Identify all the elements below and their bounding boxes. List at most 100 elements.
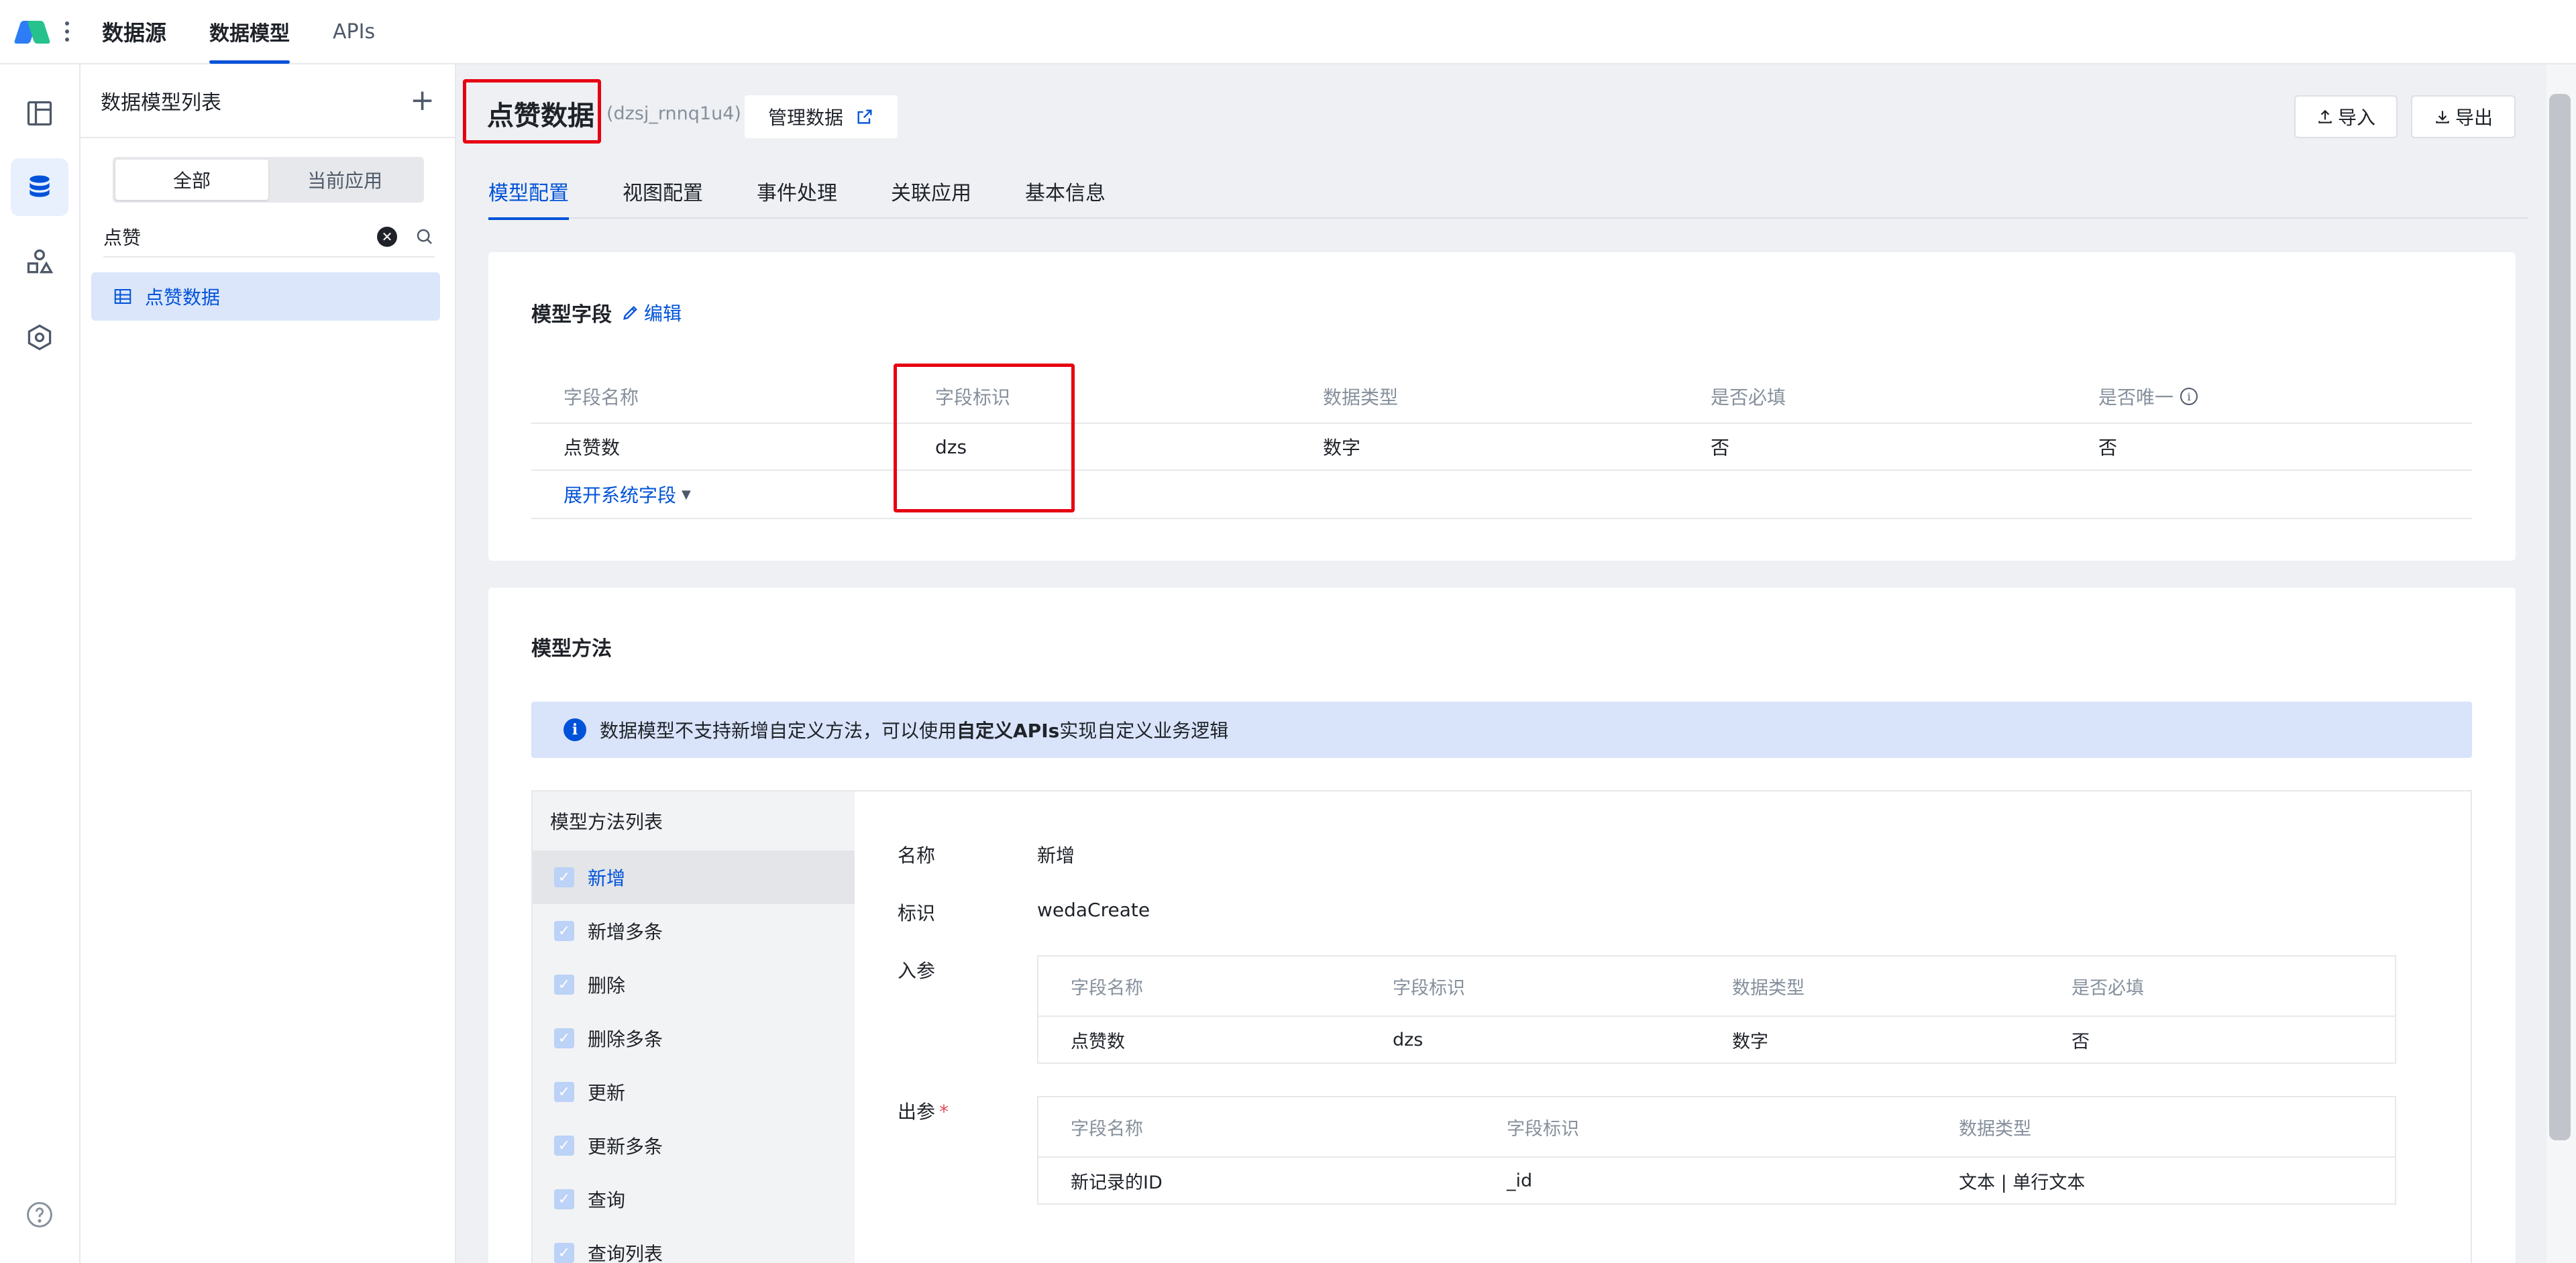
method-label: 新增多条 [588, 921, 663, 943]
database-icon[interactable] [11, 158, 68, 216]
more-menu-icon[interactable] [62, 21, 72, 42]
list-item[interactable]: ✓ 新增 [533, 850, 855, 904]
method-label: 更新 [588, 1082, 626, 1104]
app-logo-icon[interactable] [13, 11, 55, 52]
input-params-key: 入参 [898, 960, 936, 982]
info-icon: i [564, 718, 586, 741]
list-item[interactable]: ✓ 查询列表 [533, 1226, 855, 1263]
top-nav-brand[interactable]: 数据源 [102, 0, 166, 64]
output-params-key: 出参 * [898, 1097, 949, 1124]
method-label: 更新多条 [588, 1136, 663, 1158]
checkbox-icon: ✓ [554, 1136, 574, 1156]
cell-field-id: dzs [1393, 1029, 1424, 1050]
cell-required: 否 [1711, 437, 1730, 459]
pencil-icon [623, 306, 637, 320]
tab-model-config[interactable]: 模型配置 [488, 164, 569, 220]
model-list-title: 数据模型列表 [101, 91, 221, 115]
cell-data-type: 文本 | 单行文本 [1959, 1172, 2086, 1193]
scrollbar-thumb[interactable] [2549, 94, 2571, 1140]
table-row: 点赞数 dzs 数字 否 否 [531, 424, 2472, 471]
cell-unique: 否 [2098, 437, 2118, 459]
methods-list: 模型方法列表 ✓ 新增 ✓ 新增多条 ✓ 删除 ✓ 删除多条 ✓ 更新 ✓ 更新多条 ✓ 查询… [533, 791, 855, 1263]
table-icon [114, 289, 131, 304]
expand-system-fields-label: 展开系统字段 [564, 484, 677, 506]
methods-notice: i 数据模型不支持新增自定义方法，可以使用 自定义APIs 实现自定义业务逻辑 [531, 702, 2472, 758]
list-item[interactable]: ✓ 查询 [533, 1172, 855, 1226]
model-fields-card: 模型字段 编辑 字段名称 字段标识 数据类型 是否必填 是否唯一 i 点赞数 dz… [488, 252, 2516, 561]
notice-text-bold[interactable]: 自定义APIs [957, 716, 1059, 743]
shapes-icon[interactable] [11, 233, 68, 291]
cell-data-type: 数字 [1732, 1031, 1768, 1052]
output-params-label: 出参 [898, 1101, 936, 1123]
manage-data-label: 管理数据 [767, 107, 843, 129]
edit-fields-label: 编辑 [644, 303, 682, 325]
model-list-item[interactable]: 点赞数据 [91, 272, 440, 321]
model-tabs: 模型配置 视图配置 事件处理 关联应用 基本信息 [488, 164, 2528, 220]
import-button[interactable]: 导入 [2294, 95, 2398, 138]
tab-data-model[interactable]: 数据模型 [209, 0, 290, 64]
export-label: 导出 [2455, 107, 2493, 129]
output-params-table: 字段名称 字段标识 数据类型 新记录的ID _id 文本 | 单行文本 [1037, 1096, 2396, 1205]
input-params-header: 字段名称 字段标识 数据类型 是否必填 [1038, 956, 2395, 1017]
help-circle-icon[interactable] [11, 1186, 68, 1244]
methods-panel: 模型方法列表 ✓ 新增 ✓ 新增多条 ✓ 删除 ✓ 删除多条 ✓ 更新 ✓ 更新多条 ✓ 查询… [531, 790, 2472, 1263]
manage-data-button[interactable]: 管理数据 [745, 95, 898, 138]
model-list-item-label: 点赞数据 [145, 286, 221, 309]
col-field-name: 字段名称 [564, 386, 639, 408]
list-item[interactable]: ✓ 新增多条 [533, 904, 855, 958]
cell-field-name: 点赞数 [564, 437, 621, 459]
layout-icon[interactable] [11, 85, 68, 142]
search-icon[interactable] [415, 227, 435, 247]
model-list-header: 数据模型列表 + [80, 64, 455, 138]
segment-current-app[interactable]: 当前应用 [268, 160, 421, 200]
upload-icon [2318, 109, 2332, 123]
edit-fields-button[interactable]: 编辑 [621, 299, 682, 326]
tab-basic-info[interactable]: 基本信息 [1025, 164, 1106, 219]
col-unique: 是否唯一 i [2066, 383, 2472, 410]
col-field-name: 字段名称 [1071, 1118, 1143, 1140]
main-content: 点赞数据 (dzsj_rnnq1u4) 管理数据 导入 导出 模型配置 视图配置… [458, 64, 2551, 1263]
list-item[interactable]: ✓ 更新多条 [533, 1119, 855, 1172]
segment-all[interactable]: 全部 [115, 160, 268, 200]
methods-list-title: 模型方法列表 [550, 811, 663, 833]
method-label: 新增 [588, 867, 626, 889]
model-search-input[interactable]: 点赞 [103, 223, 377, 250]
model-list-panel: 数据模型列表 + 全部 当前应用 点赞 ✕ 点赞数据 [80, 64, 456, 1263]
top-bar: 数据源 数据模型 APIs [0, 0, 2576, 64]
method-name-key: 名称 [898, 844, 936, 867]
download-icon [2436, 111, 2449, 123]
add-model-button[interactable]: + [410, 86, 435, 115]
method-id-key: 标识 [898, 902, 936, 924]
clear-search-icon[interactable]: ✕ [377, 227, 397, 247]
export-button[interactable]: 导出 [2411, 95, 2516, 138]
top-nav: 数据源 数据模型 APIs [102, 0, 418, 64]
method-label: 查询列表 [588, 1243, 663, 1263]
method-detail: 名称 新增 标识 wedaCreate 入参 字段名称 字段标识 数据类型 是否… [855, 791, 2471, 1263]
cell-field-name: 点赞数 [1071, 1031, 1125, 1052]
left-rail-icons [0, 64, 80, 1263]
hexagon-settings-icon[interactable] [11, 309, 68, 366]
method-label: 删除多条 [588, 1028, 663, 1050]
list-item[interactable]: ✓ 更新 [533, 1065, 855, 1119]
list-item[interactable]: ✓ 删除多条 [533, 1011, 855, 1065]
table-row: 点赞数 dzs 数字 否 [1038, 1017, 2395, 1062]
list-item[interactable]: ✓ 删除 [533, 958, 855, 1011]
input-params-table: 字段名称 字段标识 数据类型 是否必填 点赞数 dzs 数字 否 [1037, 955, 2396, 1064]
scope-segmented-control: 全部 当前应用 [113, 157, 424, 203]
col-unique-label: 是否唯一 [2098, 386, 2174, 408]
tab-apis[interactable]: APIs [333, 0, 375, 64]
fields-table: 字段名称 字段标识 数据类型 是否必填 是否唯一 i 点赞数 dzs 数字 否 否… [531, 370, 2472, 519]
tab-event-handling[interactable]: 事件处理 [757, 164, 837, 219]
col-field-id: 字段标识 [1393, 977, 1465, 999]
info-icon[interactable]: i [2180, 388, 2198, 405]
expand-system-fields-button[interactable]: 展开系统字段 ▼ [531, 471, 2472, 519]
notice-text-pre: 数据模型不支持新增自定义方法，可以使用 [600, 720, 957, 742]
model-fields-title: 模型字段 [531, 303, 612, 327]
checkbox-icon: ✓ [554, 1189, 574, 1209]
col-data-type: 数据类型 [1732, 977, 1805, 999]
tab-related-apps[interactable]: 关联应用 [891, 164, 971, 219]
method-label: 查询 [588, 1189, 626, 1211]
caret-down-icon: ▼ [682, 487, 691, 502]
tab-view-config[interactable]: 视图配置 [623, 164, 703, 219]
import-label: 导入 [2337, 107, 2375, 129]
